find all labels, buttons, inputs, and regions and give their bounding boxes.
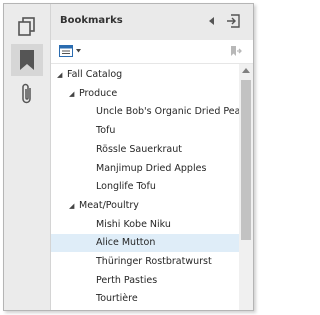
tree-item[interactable]: Uncle Bob's Organic Dried Pears bbox=[51, 103, 239, 121]
tree-item-label: Mishi Kobe Niku bbox=[96, 218, 171, 230]
tree-item-label: Alice Mutton bbox=[96, 237, 156, 249]
tree-item[interactable]: ◢ Meat/Poultry bbox=[51, 197, 239, 215]
panel-header: Bookmarks bbox=[51, 4, 253, 40]
bookmark-icon bbox=[20, 50, 34, 70]
tree-item-label: Thüringer Rostbratwurst bbox=[96, 256, 212, 267]
tree-item-label: Meat/Poultry bbox=[79, 199, 139, 211]
close-panel-icon[interactable] bbox=[226, 14, 240, 28]
tree-item-label: Rössle Sauerkraut bbox=[96, 143, 182, 155]
bookmarks-tab-button[interactable] bbox=[11, 44, 43, 76]
chevron-down-icon bbox=[76, 49, 81, 53]
expand-caret-icon[interactable]: ◢ bbox=[69, 85, 74, 103]
tree-item[interactable]: ◢ Produce bbox=[51, 85, 239, 103]
tree-item-label: Tourtière bbox=[96, 293, 138, 305]
panel-title: Bookmarks bbox=[60, 15, 123, 26]
expand-caret-icon[interactable]: ◢ bbox=[57, 66, 62, 84]
tree-item-label: Manjimup Dried Apples bbox=[96, 162, 207, 174]
attachments-button[interactable] bbox=[11, 78, 43, 110]
collapse-arrow-icon[interactable] bbox=[209, 17, 215, 25]
attachment-icon bbox=[22, 83, 31, 104]
tree-item-label: Fall Catalog bbox=[67, 69, 123, 80]
bookmark-options-icon bbox=[59, 45, 73, 57]
scroll-up-arrow-icon[interactable] bbox=[242, 68, 250, 73]
tree-item[interactable]: Tofu bbox=[51, 122, 239, 140]
panel-toolbar bbox=[51, 40, 253, 64]
tree-item[interactable]: Longlife Tofu bbox=[51, 178, 239, 196]
tree-item-label: Tofu bbox=[96, 125, 116, 137]
bookmarks-window: Bookmarks ◢ Fall Catalog ◢ Produce Uncle… bbox=[3, 3, 254, 311]
bookmark-options-button[interactable] bbox=[59, 44, 81, 58]
vertical-scrollbar[interactable] bbox=[239, 64, 253, 310]
thumbnails-button[interactable] bbox=[11, 10, 43, 42]
tree-item-label: Uncle Bob's Organic Dried Pears bbox=[96, 106, 239, 118]
tree-item[interactable]: Mishi Kobe Niku bbox=[51, 216, 239, 234]
tree-item[interactable]: Manjimup Dried Apples bbox=[51, 160, 239, 178]
tree-item[interactable]: ◢ Fall Catalog bbox=[51, 66, 239, 84]
scroll-thumb[interactable] bbox=[241, 80, 251, 240]
thumbnails-icon bbox=[18, 17, 35, 36]
tree-item[interactable]: Tourtière bbox=[51, 290, 239, 308]
tree-item[interactable]: Alice Mutton bbox=[51, 234, 239, 253]
navigation-rail bbox=[4, 4, 51, 310]
tree-item[interactable]: Rössle Sauerkraut bbox=[51, 141, 239, 159]
go-to-bookmark-icon[interactable] bbox=[230, 45, 242, 57]
tree-item-label: Longlife Tofu bbox=[96, 181, 156, 193]
tree-item[interactable]: Thüringer Rostbratwurst bbox=[51, 253, 239, 271]
bookmarks-panel: Bookmarks ◢ Fall Catalog ◢ Produce Uncle… bbox=[51, 4, 253, 310]
tree-item-label: Perth Pasties bbox=[96, 274, 158, 286]
tree-item-label: Produce bbox=[79, 87, 118, 99]
expand-caret-icon[interactable]: ◢ bbox=[69, 197, 74, 215]
tree-item[interactable]: Perth Pasties bbox=[51, 272, 239, 290]
bookmark-tree[interactable]: ◢ Fall Catalog ◢ Produce Uncle Bob's Organic… bbox=[51, 64, 239, 310]
